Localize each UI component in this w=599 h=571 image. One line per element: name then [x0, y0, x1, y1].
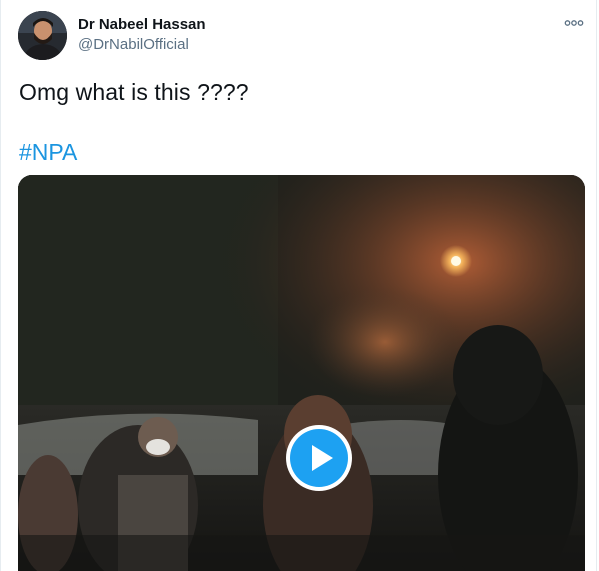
- video-thumbnail: [18, 175, 585, 571]
- video-player[interactable]: [18, 175, 585, 571]
- hashtag-link[interactable]: #NPA: [19, 139, 77, 166]
- tweet-card: Dr Nabeel Hassan @DrNabilOfficial Omg wh…: [0, 0, 597, 571]
- tweet-text: Omg what is this ????: [19, 79, 249, 105]
- play-icon: [312, 445, 333, 471]
- play-button[interactable]: [286, 425, 352, 491]
- avatar-image: [18, 11, 67, 60]
- author-name[interactable]: Dr Nabeel Hassan: [78, 16, 206, 33]
- more-horizontal-icon[interactable]: [564, 16, 584, 30]
- author-handle[interactable]: @DrNabilOfficial: [78, 36, 189, 53]
- avatar[interactable]: [18, 11, 67, 60]
